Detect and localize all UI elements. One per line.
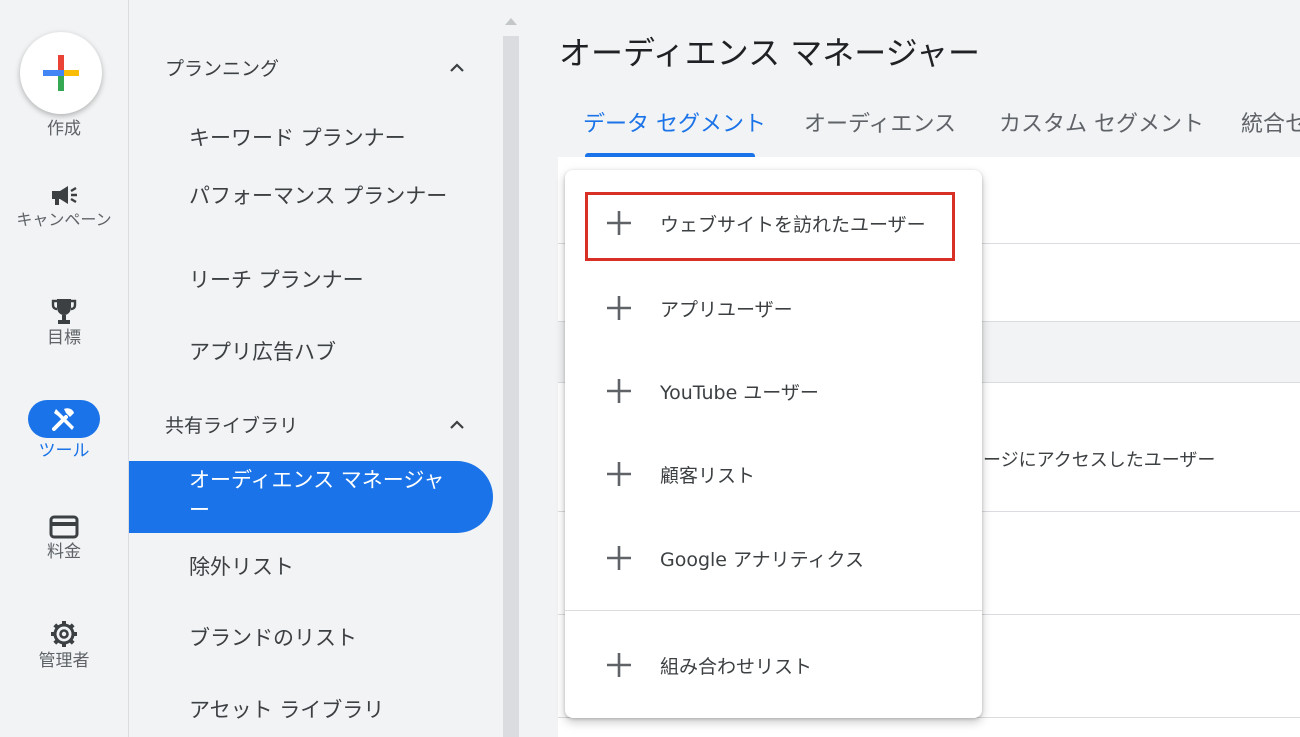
menu-item-app-users[interactable]: アプリユーザー xyxy=(565,277,982,337)
tools-nav: プランニング キーワード プランナー パフォーマンス プランナー リーチ プラン… xyxy=(129,0,501,737)
tab-combined[interactable]: 統合セ xyxy=(1241,106,1300,138)
table-row-description: ージにアクセスしたユーザー xyxy=(983,450,1216,471)
nav-item-brand-lists[interactable]: ブランドのリスト xyxy=(189,623,449,653)
nav-item-asset-library[interactable]: アセット ライブラリ xyxy=(189,695,449,725)
scroll-up-arrow-icon[interactable] xyxy=(505,18,517,25)
rail-item-billing[interactable]: 料金 xyxy=(0,515,128,562)
create-label-wrap: 作成 xyxy=(0,116,128,139)
menu-item-label: 顧客リスト xyxy=(660,465,756,487)
chevron-up-icon[interactable] xyxy=(447,58,467,78)
plus-icon xyxy=(607,462,631,486)
create-label: 作成 xyxy=(47,119,81,139)
nav-item-exclusion-lists[interactable]: 除外リスト xyxy=(189,552,449,582)
rail-label-admin: 管理者 xyxy=(38,651,90,671)
create-button[interactable] xyxy=(20,32,102,114)
rail-item-tools[interactable]: ツール xyxy=(0,400,128,461)
chevron-up-icon[interactable] xyxy=(447,415,467,435)
tab-audiences[interactable]: オーディエンス xyxy=(804,106,956,138)
megaphone-icon xyxy=(52,186,77,205)
menu-item-combined-list[interactable]: 組み合わせリスト xyxy=(565,634,982,694)
page-title: オーディエンス マネージャー xyxy=(559,34,981,72)
rail-label-campaigns: キャンペーン xyxy=(16,210,112,229)
rail-item-goals[interactable]: 目標 xyxy=(0,297,128,348)
plus-icon xyxy=(607,379,631,403)
menu-divider xyxy=(565,610,982,611)
menu-item-label: アプリユーザー xyxy=(660,299,793,321)
nav-item-keyword-planner[interactable]: キーワード プランナー xyxy=(189,123,449,153)
highlight-box xyxy=(585,192,955,261)
menu-item-label: Google アナリティクス xyxy=(660,549,864,571)
menu-item-label: 組み合わせリスト xyxy=(660,656,813,678)
trophy-icon xyxy=(51,299,77,324)
tools-icon xyxy=(52,408,74,431)
menu-item-customer-list[interactable]: 顧客リスト xyxy=(565,443,982,503)
nav-item-audience-manager-label: オーディエンス マネージャー xyxy=(189,468,445,522)
nav-item-app-ads-hub[interactable]: アプリ広告ハブ xyxy=(189,337,449,367)
menu-item-google-analytics[interactable]: Google アナリティクス xyxy=(565,527,982,587)
gear-icon xyxy=(51,621,77,647)
rail-item-admin[interactable]: 管理者 xyxy=(0,620,128,671)
tab-data-segments[interactable]: データ セグメント xyxy=(583,106,766,138)
rail-item-campaigns[interactable]: キャンペーン xyxy=(0,183,128,228)
rail-label-tools: ツール xyxy=(38,441,90,461)
menu-item-youtube-users[interactable]: YouTube ユーザー xyxy=(565,360,982,420)
plus-icon xyxy=(607,653,631,677)
menu-item-label: YouTube ユーザー xyxy=(660,382,819,404)
plus-icon xyxy=(607,296,631,320)
plus-icon xyxy=(607,546,631,570)
nav-section-shared-library[interactable]: 共有ライブラリ xyxy=(165,411,298,438)
nav-scrollbar-thumb[interactable] xyxy=(503,36,519,737)
left-rail: 作成 キャンペーン 目標 ツール 料金 管理者 xyxy=(0,0,129,737)
tab-custom-segments[interactable]: カスタム セグメント xyxy=(999,106,1204,138)
tools-pill xyxy=(28,400,100,438)
rail-label-goals: 目標 xyxy=(47,328,81,348)
credit-card-icon xyxy=(49,515,79,539)
nav-section-planning[interactable]: プランニング xyxy=(165,54,279,81)
nav-item-reach-planner[interactable]: リーチ プランナー xyxy=(189,265,449,295)
rail-label-billing: 料金 xyxy=(47,542,81,562)
plus-icon xyxy=(43,55,79,91)
nav-item-performance-planner[interactable]: パフォーマンス プランナー xyxy=(189,181,449,211)
